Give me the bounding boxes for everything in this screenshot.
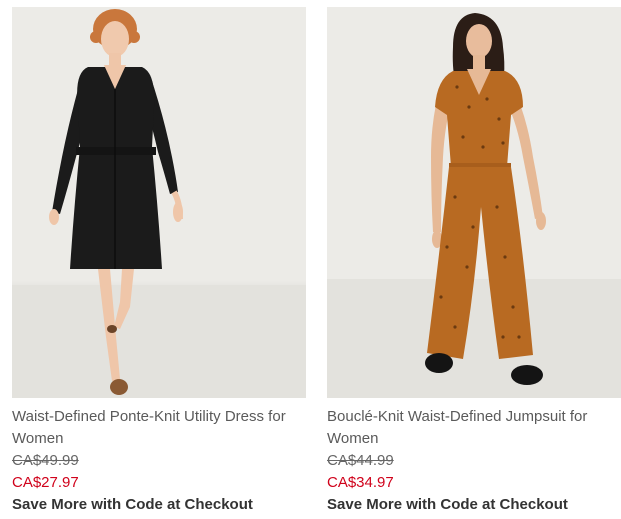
product-card[interactable]: Waist-Defined Ponte-Knit Utility Dress f… <box>12 7 306 516</box>
product-title[interactable]: Waist-Defined Ponte-Knit Utility Dress f… <box>12 406 306 450</box>
original-price: CA$44.99 <box>327 452 394 469</box>
promo-text: Save More with Code at Checkout <box>12 496 253 513</box>
product-image[interactable] <box>327 7 621 398</box>
original-price: CA$49.99 <box>12 452 79 469</box>
promo-text: Save More with Code at Checkout <box>327 496 568 513</box>
product-title[interactable]: Bouclé-Knit Waist-Defined Jumpsuit for W… <box>327 406 621 450</box>
model-in-orange-jumpsuit-image <box>327 13 621 398</box>
sale-price: CA$27.97 <box>12 474 79 491</box>
product-card[interactable]: Bouclé-Knit Waist-Defined Jumpsuit for W… <box>327 7 621 516</box>
model-in-black-dress-image <box>12 9 306 398</box>
sale-price: CA$34.97 <box>327 474 394 491</box>
product-image[interactable] <box>12 7 306 398</box>
